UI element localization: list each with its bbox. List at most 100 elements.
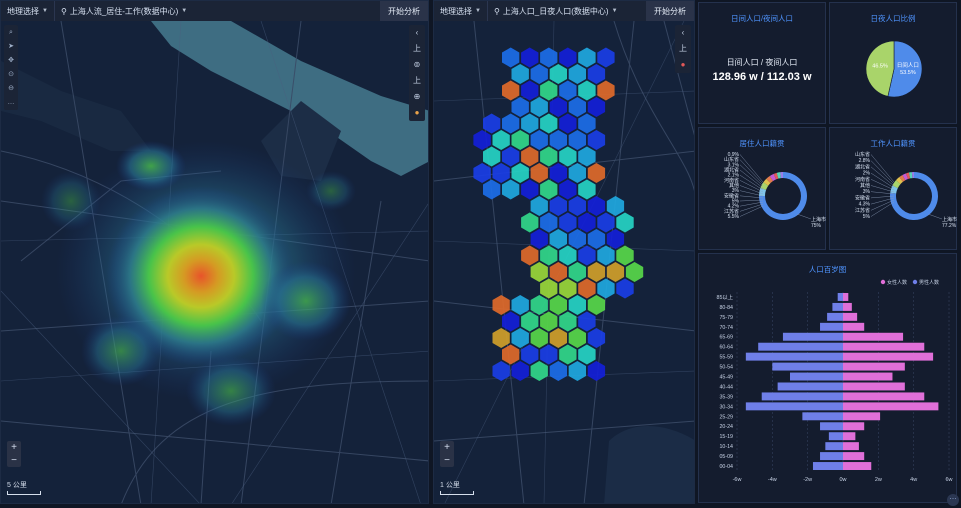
male-bar	[820, 322, 843, 331]
leader-line	[739, 185, 764, 195]
marker-pin-icon[interactable]: ●	[681, 59, 686, 71]
day-night-value: 128.96 w / 112.03 w	[712, 71, 812, 83]
male-bar	[782, 332, 843, 341]
donut-label: 5%	[863, 214, 871, 220]
leader-line	[927, 213, 943, 220]
scale-line	[440, 491, 474, 495]
pointer-icon[interactable]: ➤	[8, 41, 14, 52]
upload-icon-2[interactable]: 上	[413, 75, 421, 87]
leader-line	[870, 185, 895, 193]
legend-female-dot	[880, 279, 886, 285]
layer-select-dropdown[interactable]: ⚲ 上海人流_居住-工作(数据中心) ▼	[55, 1, 193, 21]
zoom-out-button[interactable]: −	[444, 454, 450, 467]
female-bar	[843, 312, 858, 321]
female-bar	[843, 342, 925, 351]
y-tick-label: 70-74	[719, 325, 733, 331]
zoom-out-icon[interactable]: ⊖	[8, 83, 14, 94]
ratio-pie-chart: 日间人口53.5% 46.5%	[865, 40, 923, 98]
female-bar	[843, 382, 905, 391]
female-bar	[843, 422, 865, 431]
donut-label: 湖北省	[855, 163, 870, 170]
y-tick-label: 55-59	[719, 355, 733, 361]
x-tick-label: -2w	[803, 477, 812, 483]
female-bar	[843, 332, 904, 341]
slice-label: 46.5%	[872, 63, 888, 69]
male-bar	[837, 293, 843, 301]
scale-label: 5 公里	[7, 482, 27, 489]
donut-label: 2.8%	[859, 158, 871, 164]
zoom-in-button[interactable]: +	[11, 441, 17, 454]
more-icon[interactable]: ⋯	[947, 494, 959, 506]
upload-icon[interactable]: 上	[413, 43, 421, 55]
female-bar	[843, 302, 852, 311]
donut-label: 3%	[863, 189, 871, 195]
locate-icon[interactable]: ⊕	[414, 91, 421, 103]
y-tick-label: 45-49	[719, 375, 733, 381]
start-analysis-button[interactable]: 开始分析	[646, 1, 694, 21]
day-night-ratio-panel: 日夜人口比例 日间人口 53.5% 46.5%	[829, 2, 957, 124]
residence-origin-panel: 居住人口籍贯 0.9% 山东省 3.1% 湖北省 2.1% 河南省 其他 3% 安徽省 5% 4.2…	[698, 127, 826, 250]
female-bar	[843, 322, 865, 331]
geo-select-label: 地理选择	[440, 6, 472, 16]
y-tick-label: 10-14	[719, 444, 733, 450]
legend-female-label: 女性人数	[887, 279, 907, 286]
female-bar	[843, 412, 881, 421]
population-pyramid-chart: 女性人数 男性人数 -6w -4w -2w 0w 2w 4w 6w 85以上 80-84 75-79 7…	[717, 279, 953, 483]
more-icon[interactable]: …	[8, 97, 15, 108]
female-bar	[843, 452, 865, 461]
slice-label: 日间人口	[897, 61, 919, 69]
layer-icon[interactable]: ⊚	[414, 59, 421, 71]
layer-select-label: 上海人流_居住-工作(数据中心)	[69, 6, 179, 16]
leader-line	[796, 213, 812, 220]
start-analysis-button[interactable]: 开始分析	[380, 1, 428, 21]
leader-line	[870, 179, 895, 191]
chevron-down-icon: ▼	[475, 8, 481, 14]
panel-title: 日间人口/夜间人口	[730, 14, 794, 23]
location-pin-icon: ⚲	[493, 6, 500, 16]
leader-line	[739, 169, 764, 189]
chevron-down-icon: ▼	[611, 8, 618, 14]
male-bar	[761, 392, 843, 401]
y-tick-label: 25-29	[719, 414, 733, 420]
zoom-out-button[interactable]: −	[11, 454, 17, 467]
map-tool-bar: ⌕ ➤ ✥ ⊙ ⊖ …	[4, 25, 18, 110]
layer-select-label: 上海人口_日夜人口(数据中心)	[502, 6, 609, 16]
hex-grid-canvas	[434, 1, 694, 503]
male-bar	[745, 402, 843, 411]
residence-donut-chart: 0.9%山东省3.1%湖北省2.1%河南省其他3%安徽省5%4.2%江苏省5.5…	[724, 152, 826, 229]
legend-male-label: 男性人数	[919, 279, 939, 286]
leader-line	[739, 159, 764, 185]
search-icon[interactable]: ⌕	[9, 27, 13, 38]
collapse-icon[interactable]: ‹	[682, 27, 685, 39]
donut-main-value: 77.2%	[942, 223, 957, 229]
male-bar	[777, 382, 843, 391]
right-map-view[interactable]: 地理选择 ▼ ⚲ 上海人口_日夜人口(数据中心) ▼ 开始分析 ‹ 上 ● + …	[433, 0, 695, 504]
zoom-control: + −	[7, 441, 21, 467]
x-tick-label: 0w	[839, 477, 846, 483]
upload-icon[interactable]: 上	[679, 43, 687, 55]
male-bar	[827, 312, 843, 321]
geo-select-dropdown[interactable]: 地理选择 ▼	[1, 1, 55, 21]
donut-main-label: 上海市	[942, 216, 957, 223]
legend-male-dot	[912, 279, 918, 285]
female-bar	[843, 352, 934, 361]
location-pin-icon: ⚲	[60, 6, 67, 16]
population-pyramid-panel: 人口百岁图 女性人数 男性人数 -6w -4w -2w 0w 2w 4w 6w 85以上 80-84…	[698, 253, 957, 503]
donut-label: 4.3%	[859, 202, 871, 208]
donut-label: 其他	[860, 182, 870, 189]
female-bar	[843, 372, 893, 381]
target-icon[interactable]: ⊙	[8, 69, 14, 80]
y-tick-label: 60-64	[719, 345, 733, 351]
zoom-in-button[interactable]: +	[444, 441, 450, 454]
marker-pin-icon[interactable]: ●	[415, 107, 420, 119]
pan-icon[interactable]: ✥	[8, 55, 14, 66]
leader-line	[870, 166, 895, 187]
leader-line	[870, 199, 895, 211]
female-bar	[843, 392, 925, 401]
collapse-icon[interactable]: ‹	[416, 27, 419, 39]
layer-select-dropdown[interactable]: ⚲ 上海人口_日夜人口(数据中心) ▼	[488, 1, 624, 21]
left-map-view[interactable]: 地理选择 ▼ ⚲ 上海人流_居住-工作(数据中心) ▼ 开始分析 ⌕ ➤ ✥ ⊙…	[0, 0, 429, 504]
geo-select-dropdown[interactable]: 地理选择 ▼	[434, 1, 488, 21]
y-tick-label: 15-19	[719, 434, 733, 440]
donut-main-label: 上海市	[811, 216, 826, 223]
